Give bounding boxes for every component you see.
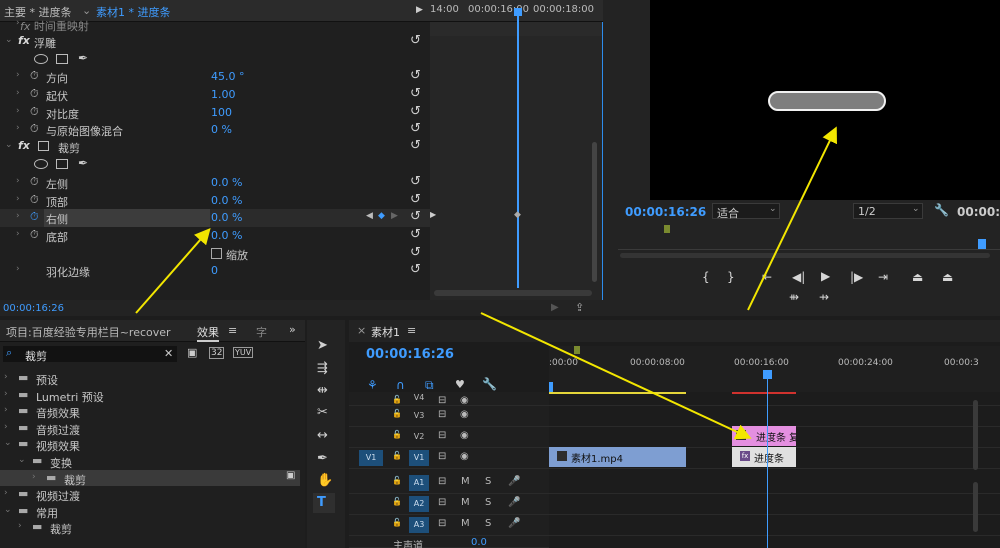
annotation-arrow xyxy=(747,126,837,311)
annotation-overlay xyxy=(135,126,837,440)
annotation-arrow xyxy=(480,312,752,440)
annotation-arrow xyxy=(135,227,211,314)
